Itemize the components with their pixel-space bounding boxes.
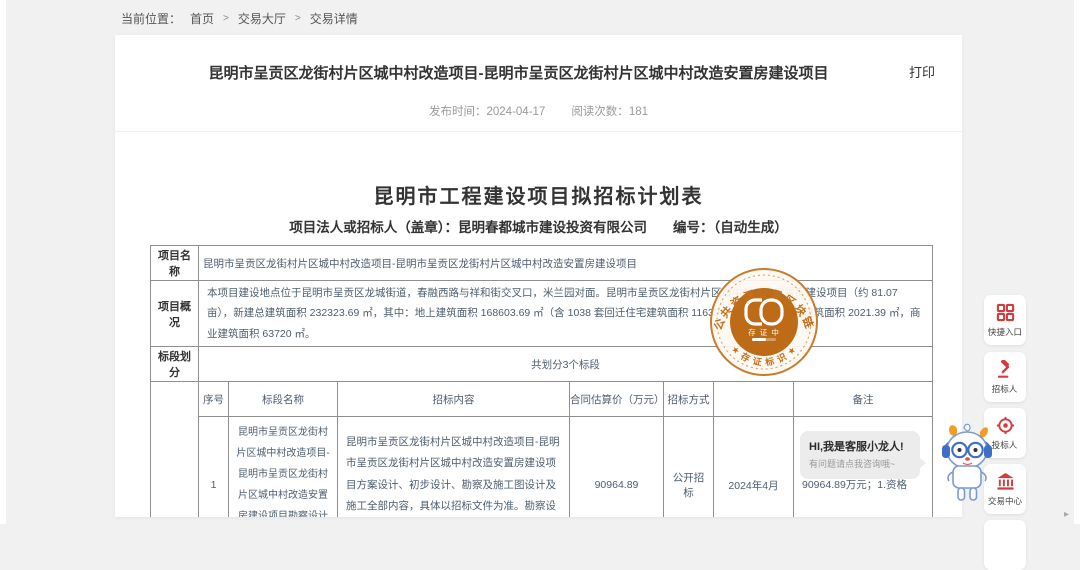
project-name-value: 昆明市呈贡区龙街村片区城中村改造项目-昆明市呈贡区龙街村片区城中村改造安置房建设… xyxy=(199,246,933,281)
corner-scroll-icon[interactable]: ▸ xyxy=(1064,509,1069,520)
breadcrumb-separator-icon: > xyxy=(295,13,301,24)
blockchain-stamp-icon: 公共资源交易区块链 ★ 存 证 标 识 ★ 存 证 中 xyxy=(708,266,820,378)
window-edge-left xyxy=(0,0,6,524)
publish-time-label: 发布时间： xyxy=(429,106,487,118)
project-overview-label: 项目概况 xyxy=(151,281,199,347)
sections-label: 标段划分 xyxy=(151,347,199,382)
table-header-row: 序号 标段名称 招标内容 合同估算价（万元） 招标方式 备注 xyxy=(151,382,933,417)
col-header-seq: 序号 xyxy=(199,382,229,417)
cell-plan-time: 2024年4月 xyxy=(714,417,794,517)
cell-bid-content: 昆明市呈贡区龙街村片区城中村改造项目-昆明市呈贡区龙街村片区城中村改造安置房建设… xyxy=(338,417,570,517)
breadcrumb-trade-hall[interactable]: 交易大厅 xyxy=(238,10,286,27)
chat-bubble[interactable]: HI,我是客服小龙人! 有问题请点我咨询哦~ xyxy=(800,431,920,479)
mascot-dragon-icon xyxy=(930,420,1004,510)
col-header-section-name: 标段名称 xyxy=(229,382,338,417)
blockchain-stamp: 公共资源交易区块链 ★ 存 证 标 识 ★ 存 证 中 xyxy=(708,266,820,378)
empty-cell xyxy=(151,382,199,517)
project-overview-value: 本项目建设地点位于昆明市呈贡区龙城街道，春融西路与祥和街交叉口，米兰园对面。昆明… xyxy=(199,281,933,347)
col-header-bid-method: 招标方式 xyxy=(664,382,714,417)
plan-table-subtitle: 项目法人或招标人（盖章）：昆明春都城市建设投资有限公司 编号：（自动生成） xyxy=(115,216,962,236)
sidebar-item-label: 招标人 xyxy=(992,382,1018,394)
header-divider xyxy=(115,131,962,132)
print-button[interactable]: 打印 xyxy=(909,62,935,81)
cell-section-name: 昆明市呈贡区龙街村片区城中村改造项目-昆明市呈贡区龙街村片区城中村改造安置房建设… xyxy=(229,417,338,517)
legal-person: 项目法人或招标人（盖章）：昆明春都城市建设投资有限公司 xyxy=(289,216,647,236)
breadcrumb-separator-icon: > xyxy=(223,13,229,24)
col-header-bid-content: 招标内容 xyxy=(338,382,570,417)
plan-table-title: 昆明市工程建设项目拟招标计划表 xyxy=(115,180,962,209)
read-count: 181 xyxy=(629,106,648,118)
cell-seq: 1 xyxy=(199,417,229,517)
sidebar-item-partial[interactable] xyxy=(984,520,1026,570)
breadcrumb-home[interactable]: 首页 xyxy=(190,10,214,27)
gavel-icon xyxy=(996,360,1015,379)
window-edge-right xyxy=(1074,0,1080,524)
svg-text:存 证 中: 存 证 中 xyxy=(748,327,780,337)
plan-number: 编号：（自动生成） xyxy=(673,216,788,236)
breadcrumb: 当前位置： 首页 > 交易大厅 > 交易详情 xyxy=(121,10,358,27)
col-header-hidden xyxy=(714,382,794,417)
read-count-label: 阅读次数： xyxy=(571,106,629,118)
col-header-remark: 备注 xyxy=(794,382,933,417)
breadcrumb-label: 当前位置： xyxy=(121,10,181,27)
sections-value: 共划分3个标段 xyxy=(199,347,933,382)
mascot-dragon[interactable] xyxy=(930,420,1004,510)
chat-subtext: 有问题请点我咨询哦~ xyxy=(809,457,911,470)
announcement-title: 昆明市呈贡区龙街村片区城中村改造项目-昆明市呈贡区龙街村片区城中村改造安置房建设… xyxy=(185,62,852,83)
cell-contract-estimate: 90964.89 xyxy=(570,417,664,517)
col-header-contract-estimate: 合同估算价（万元） xyxy=(570,382,664,417)
publish-time: 2024-04-17 xyxy=(486,106,545,118)
cell-bid-method: 公开招标 xyxy=(664,417,714,517)
project-name-label: 项目名称 xyxy=(151,246,199,281)
breadcrumb-trade-detail[interactable]: 交易详情 xyxy=(310,10,358,27)
chat-greeting: HI,我是客服小龙人! xyxy=(809,438,911,454)
announcement-meta: 发布时间：2024-04-17 阅读次数：181 xyxy=(115,103,962,119)
grid-icon xyxy=(996,303,1015,322)
sidebar-item-tenderer[interactable]: 招标人 xyxy=(984,352,1026,402)
sidebar-item-quick-entry[interactable]: 快捷入口 xyxy=(984,295,1026,345)
sidebar-item-label: 快捷入口 xyxy=(988,325,1022,337)
